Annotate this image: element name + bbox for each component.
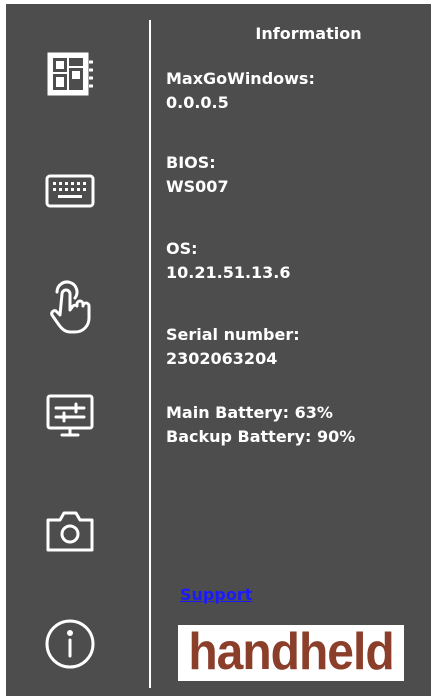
bios-label: BIOS: bbox=[166, 153, 216, 172]
nav-camera-button[interactable] bbox=[30, 490, 110, 570]
nav-touch-button[interactable] bbox=[30, 264, 110, 344]
nav-device-layout-button[interactable] bbox=[30, 34, 110, 114]
logo-text: handheld bbox=[188, 625, 394, 681]
information-panel: Information MaxGoWindows: 0.0.0.5 BIOS: … bbox=[166, 4, 431, 696]
backup-battery: Backup Battery: 90% bbox=[166, 427, 356, 446]
serial-block: Serial number: 2302063204 bbox=[166, 323, 300, 371]
sidebar bbox=[6, 4, 149, 696]
main-panel: Information MaxGoWindows: 0.0.0.5 BIOS: … bbox=[6, 4, 431, 696]
maxgo-label: MaxGoWindows: bbox=[166, 69, 315, 88]
maxgo-value: 0.0.0.5 bbox=[166, 93, 229, 112]
camera-icon bbox=[46, 511, 94, 552]
bios-value: WS007 bbox=[166, 177, 229, 196]
serial-label: Serial number: bbox=[166, 325, 300, 344]
info-icon bbox=[45, 619, 95, 669]
os-value: 10.21.51.13.6 bbox=[166, 263, 291, 282]
os-label: OS: bbox=[166, 239, 198, 258]
information-title: Information bbox=[255, 24, 362, 43]
battery-block: Main Battery: 63% Backup Battery: 90% bbox=[166, 401, 355, 449]
device-layout-icon bbox=[47, 52, 93, 96]
keyboard-icon bbox=[45, 174, 95, 208]
maxgo-version-block: MaxGoWindows: 0.0.0.5 bbox=[166, 67, 315, 115]
support-link[interactable]: Support bbox=[180, 585, 252, 604]
nav-info-button[interactable] bbox=[30, 604, 110, 684]
serial-value: 2302063204 bbox=[166, 349, 278, 368]
os-block: OS: 10.21.51.13.6 bbox=[166, 237, 291, 285]
handheld-logo: handheld bbox=[178, 625, 404, 681]
nav-keyboard-button[interactable] bbox=[30, 150, 110, 230]
vertical-divider bbox=[149, 20, 151, 688]
main-battery: Main Battery: 63% bbox=[166, 403, 333, 422]
display-settings-icon bbox=[46, 394, 94, 437]
touch-icon bbox=[50, 280, 91, 334]
nav-display-settings-button[interactable] bbox=[30, 376, 110, 456]
bios-block: BIOS: WS007 bbox=[166, 151, 229, 199]
